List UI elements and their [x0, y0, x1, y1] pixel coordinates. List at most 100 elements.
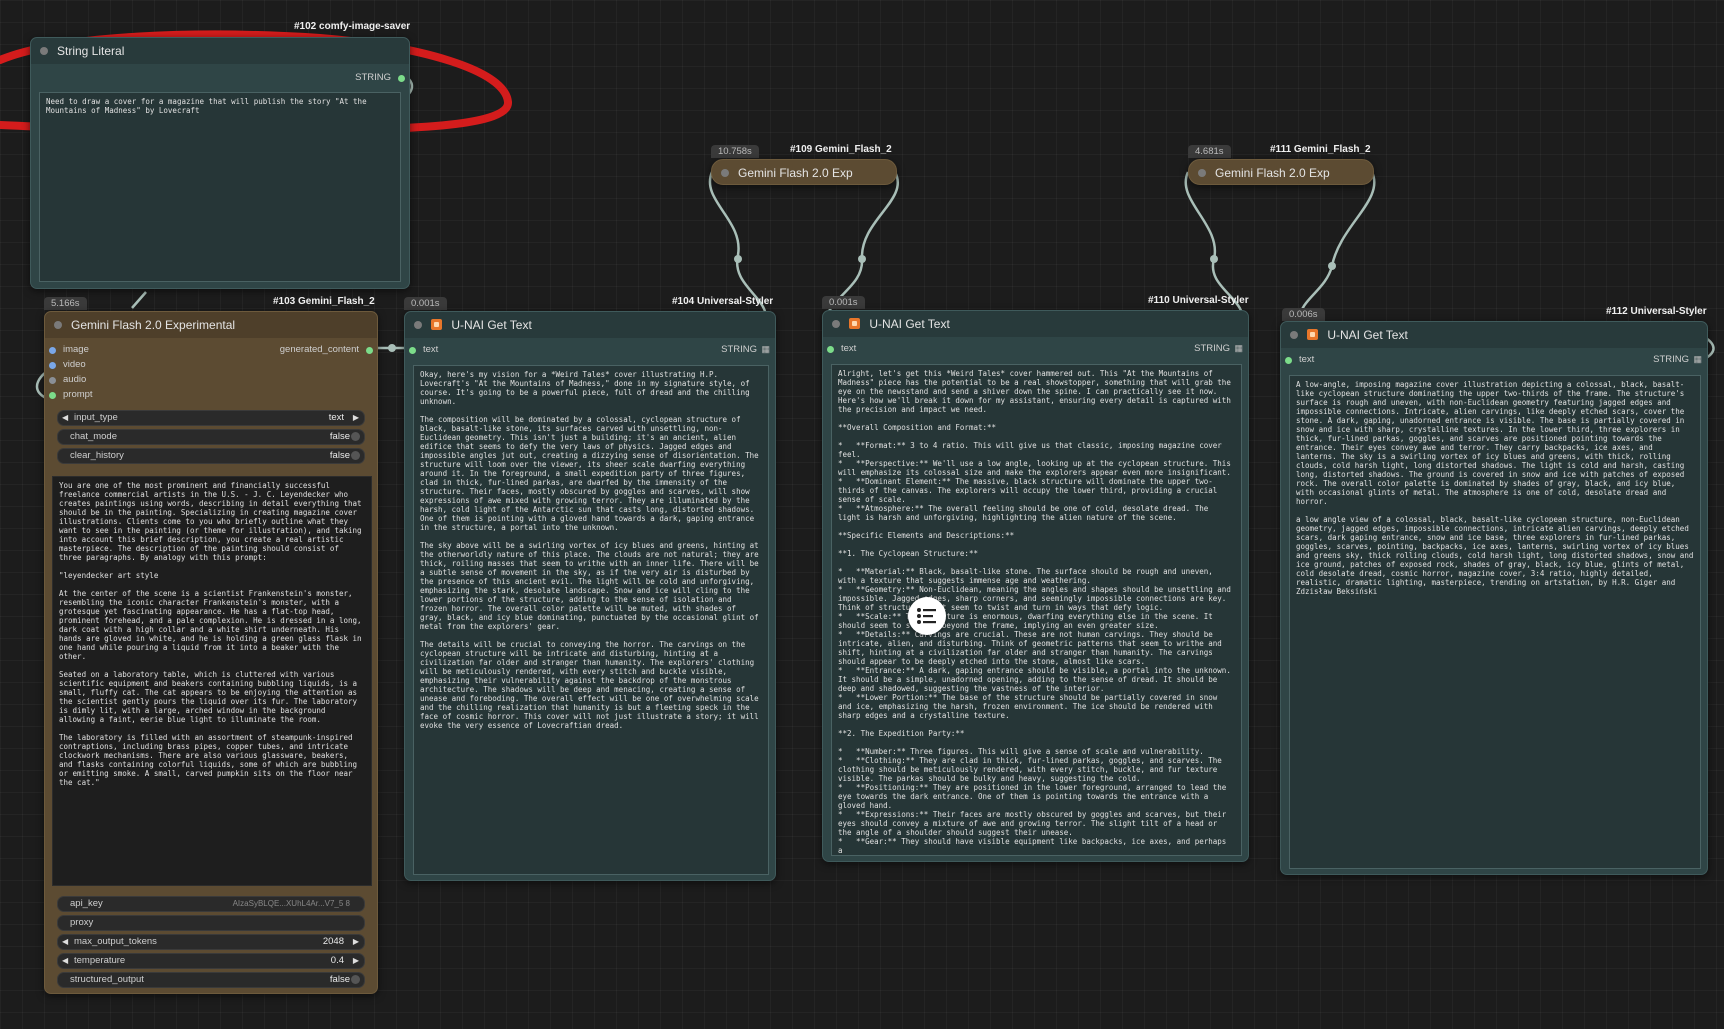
execution-time-badge: 10.758s: [711, 145, 759, 158]
execution-time-badge: 0.006s: [1282, 308, 1325, 321]
input-slot-dot[interactable]: [1285, 357, 1292, 364]
collapse-dot-icon[interactable]: [1198, 169, 1206, 177]
input-type-combo[interactable]: ◀ input_type text ▶: [57, 410, 365, 426]
output-slot-dot[interactable]: [366, 347, 373, 354]
widget-value: AIzaSyBLQE...XUhL4Ar...V7_5 8: [232, 899, 350, 908]
input-slot-label: text: [841, 343, 857, 354]
input-slot-dot[interactable]: [49, 377, 56, 384]
arrow-right-icon[interactable]: ▶: [353, 954, 359, 968]
orange-box-icon: [1307, 329, 1318, 340]
input-slot-dot[interactable]: [49, 392, 56, 399]
orange-box-icon: [849, 318, 860, 329]
node-id-label: #103 Gemini_Flash_2: [273, 296, 375, 307]
collapse-dot-icon[interactable]: [54, 321, 62, 329]
temperature-number[interactable]: ◀ temperature 0.4 ▶: [57, 953, 365, 969]
output-slot-label: generated_content: [279, 344, 359, 355]
input-slot-video[interactable]: video: [45, 359, 377, 374]
chat-mode-toggle[interactable]: chat_mode false: [57, 429, 365, 445]
arrow-left-icon[interactable]: ◀: [62, 935, 68, 949]
gemini-flash-node-103[interactable]: Gemini Flash 2.0 Experimental image gene…: [44, 311, 378, 994]
toggle-dot-icon: [351, 432, 360, 441]
output-textarea[interactable]: Alright, let's get this *Weird Tales* co…: [831, 364, 1242, 856]
unai-get-text-node-112[interactable]: U-NAI Get Text text STRING ▦ A low-angle…: [1280, 321, 1708, 875]
arrow-left-icon[interactable]: ◀: [62, 954, 68, 968]
slot-row: text STRING ▦: [823, 343, 1248, 358]
node-header[interactable]: String Literal: [31, 38, 409, 64]
output-textarea[interactable]: Okay, here's my vision for a *Weird Tale…: [413, 365, 769, 875]
max-output-tokens-number[interactable]: ◀ max_output_tokens 2048 ▶: [57, 934, 365, 950]
arrow-left-icon[interactable]: ◀: [62, 411, 68, 425]
node-header[interactable]: Gemini Flash 2.0 Experimental: [45, 312, 377, 338]
list-options-icon: [917, 608, 936, 624]
collapse-dot-icon[interactable]: [40, 47, 48, 55]
collapse-dot-icon[interactable]: [832, 320, 840, 328]
collapse-dot-icon[interactable]: [721, 169, 729, 177]
node-header[interactable]: U-NAI Get Text: [405, 312, 775, 338]
unai-get-text-node-104[interactable]: U-NAI Get Text text STRING ▦ Okay, here'…: [404, 311, 776, 881]
input-slot-dot[interactable]: [49, 347, 56, 354]
string-literal-textarea[interactable]: Need to draw a cover for a magazine that…: [39, 92, 401, 282]
node-header[interactable]: Gemini Flash 2.0 Exp: [1189, 160, 1373, 186]
node-header[interactable]: U-NAI Get Text: [823, 311, 1248, 337]
grid-output-icon[interactable]: ▦: [761, 344, 770, 355]
arrow-right-icon[interactable]: ▶: [353, 411, 359, 425]
execution-time-badge: 0.001s: [404, 297, 447, 310]
node-title: Gemini Flash 2.0 Exp: [738, 166, 853, 180]
input-slot-prompt[interactable]: prompt: [45, 389, 377, 404]
input-slot-dot[interactable]: [49, 362, 56, 369]
output-textarea[interactable]: A low-angle, imposing magazine cover ill…: [1289, 375, 1701, 869]
widget-value: false: [329, 450, 350, 461]
node-header[interactable]: Gemini Flash 2.0 Exp: [712, 160, 896, 186]
node-id-label: #109 Gemini_Flash_2: [790, 144, 892, 155]
node-title: Gemini Flash 2.0 Exp: [1215, 166, 1330, 180]
grid-output-icon[interactable]: ▦: [1693, 354, 1702, 365]
output-slot-dot[interactable]: [398, 75, 405, 82]
wire-102-103-lower: [131, 291, 147, 309]
clear-history-toggle[interactable]: clear_history false: [57, 448, 365, 464]
slot-row: text STRING ▦: [1281, 354, 1707, 369]
widget-value: false: [329, 974, 350, 985]
orange-box-icon: [431, 319, 442, 330]
node-id-label: #111 Gemini_Flash_2: [1270, 144, 1371, 155]
prompt-textarea[interactable]: You are one of the most prominent and fi…: [52, 476, 372, 886]
widget-value: 0.4: [330, 955, 344, 966]
grid-output-icon[interactable]: ▦: [1234, 343, 1243, 354]
node-title: U-NAI Get Text: [1327, 328, 1408, 342]
widget-label: api_key: [70, 898, 103, 909]
string-literal-node[interactable]: String Literal STRING Need to draw a cov…: [30, 37, 410, 289]
node-title: U-NAI Get Text: [869, 317, 950, 331]
wire-110-to-111: [1184, 171, 1244, 331]
node-graph-canvas[interactable]: #102 comfy-image-saver String Literal ST…: [0, 0, 1724, 1029]
widget-label: temperature: [74, 955, 126, 966]
structured-output-toggle[interactable]: structured_output false: [57, 972, 365, 988]
unai-get-text-node-110[interactable]: U-NAI Get Text text STRING ▦ Alright, le…: [822, 310, 1249, 862]
gemini-flash-node-111-collapsed[interactable]: Gemini Flash 2.0 Exp: [1188, 159, 1374, 185]
arrow-right-icon[interactable]: ▶: [353, 935, 359, 949]
input-slot-dot[interactable]: [827, 346, 834, 353]
input-slot-label: text: [423, 344, 439, 355]
collapse-dot-icon[interactable]: [1290, 331, 1298, 339]
input-slot-image[interactable]: image generated_content: [45, 344, 377, 359]
list-options-button[interactable]: [908, 597, 946, 635]
node-header[interactable]: U-NAI Get Text: [1281, 322, 1707, 348]
input-slot-label: video: [63, 359, 86, 370]
node-id-label: #104 Universal-Styler: [672, 296, 774, 307]
node-title: String Literal: [57, 44, 125, 58]
input-slot-label: audio: [63, 374, 87, 385]
node-id-label: #110 Universal-Styler: [1148, 295, 1249, 306]
input-slot-audio[interactable]: audio: [45, 374, 377, 389]
widget-value: 2048: [322, 936, 344, 947]
api-key-field[interactable]: api_key AIzaSyBLQE...XUhL4Ar...V7_5 8: [57, 896, 365, 912]
toggle-dot-icon: [351, 451, 360, 460]
collapse-dot-icon[interactable]: [414, 321, 422, 329]
output-slot-label: STRING: [1194, 343, 1230, 354]
node-title: U-NAI Get Text: [451, 318, 532, 332]
execution-time-badge: 5.166s: [44, 297, 87, 310]
widget-value: false: [329, 431, 350, 442]
input-slot-dot[interactable]: [409, 347, 416, 354]
proxy-field[interactable]: proxy: [57, 915, 365, 931]
execution-time-badge: 4.681s: [1188, 145, 1231, 158]
gemini-flash-node-109-collapsed[interactable]: Gemini Flash 2.0 Exp: [711, 159, 897, 185]
output-slot-label: STRING: [355, 72, 391, 83]
node-id-label: #112 Universal-Styler: [1606, 306, 1707, 317]
